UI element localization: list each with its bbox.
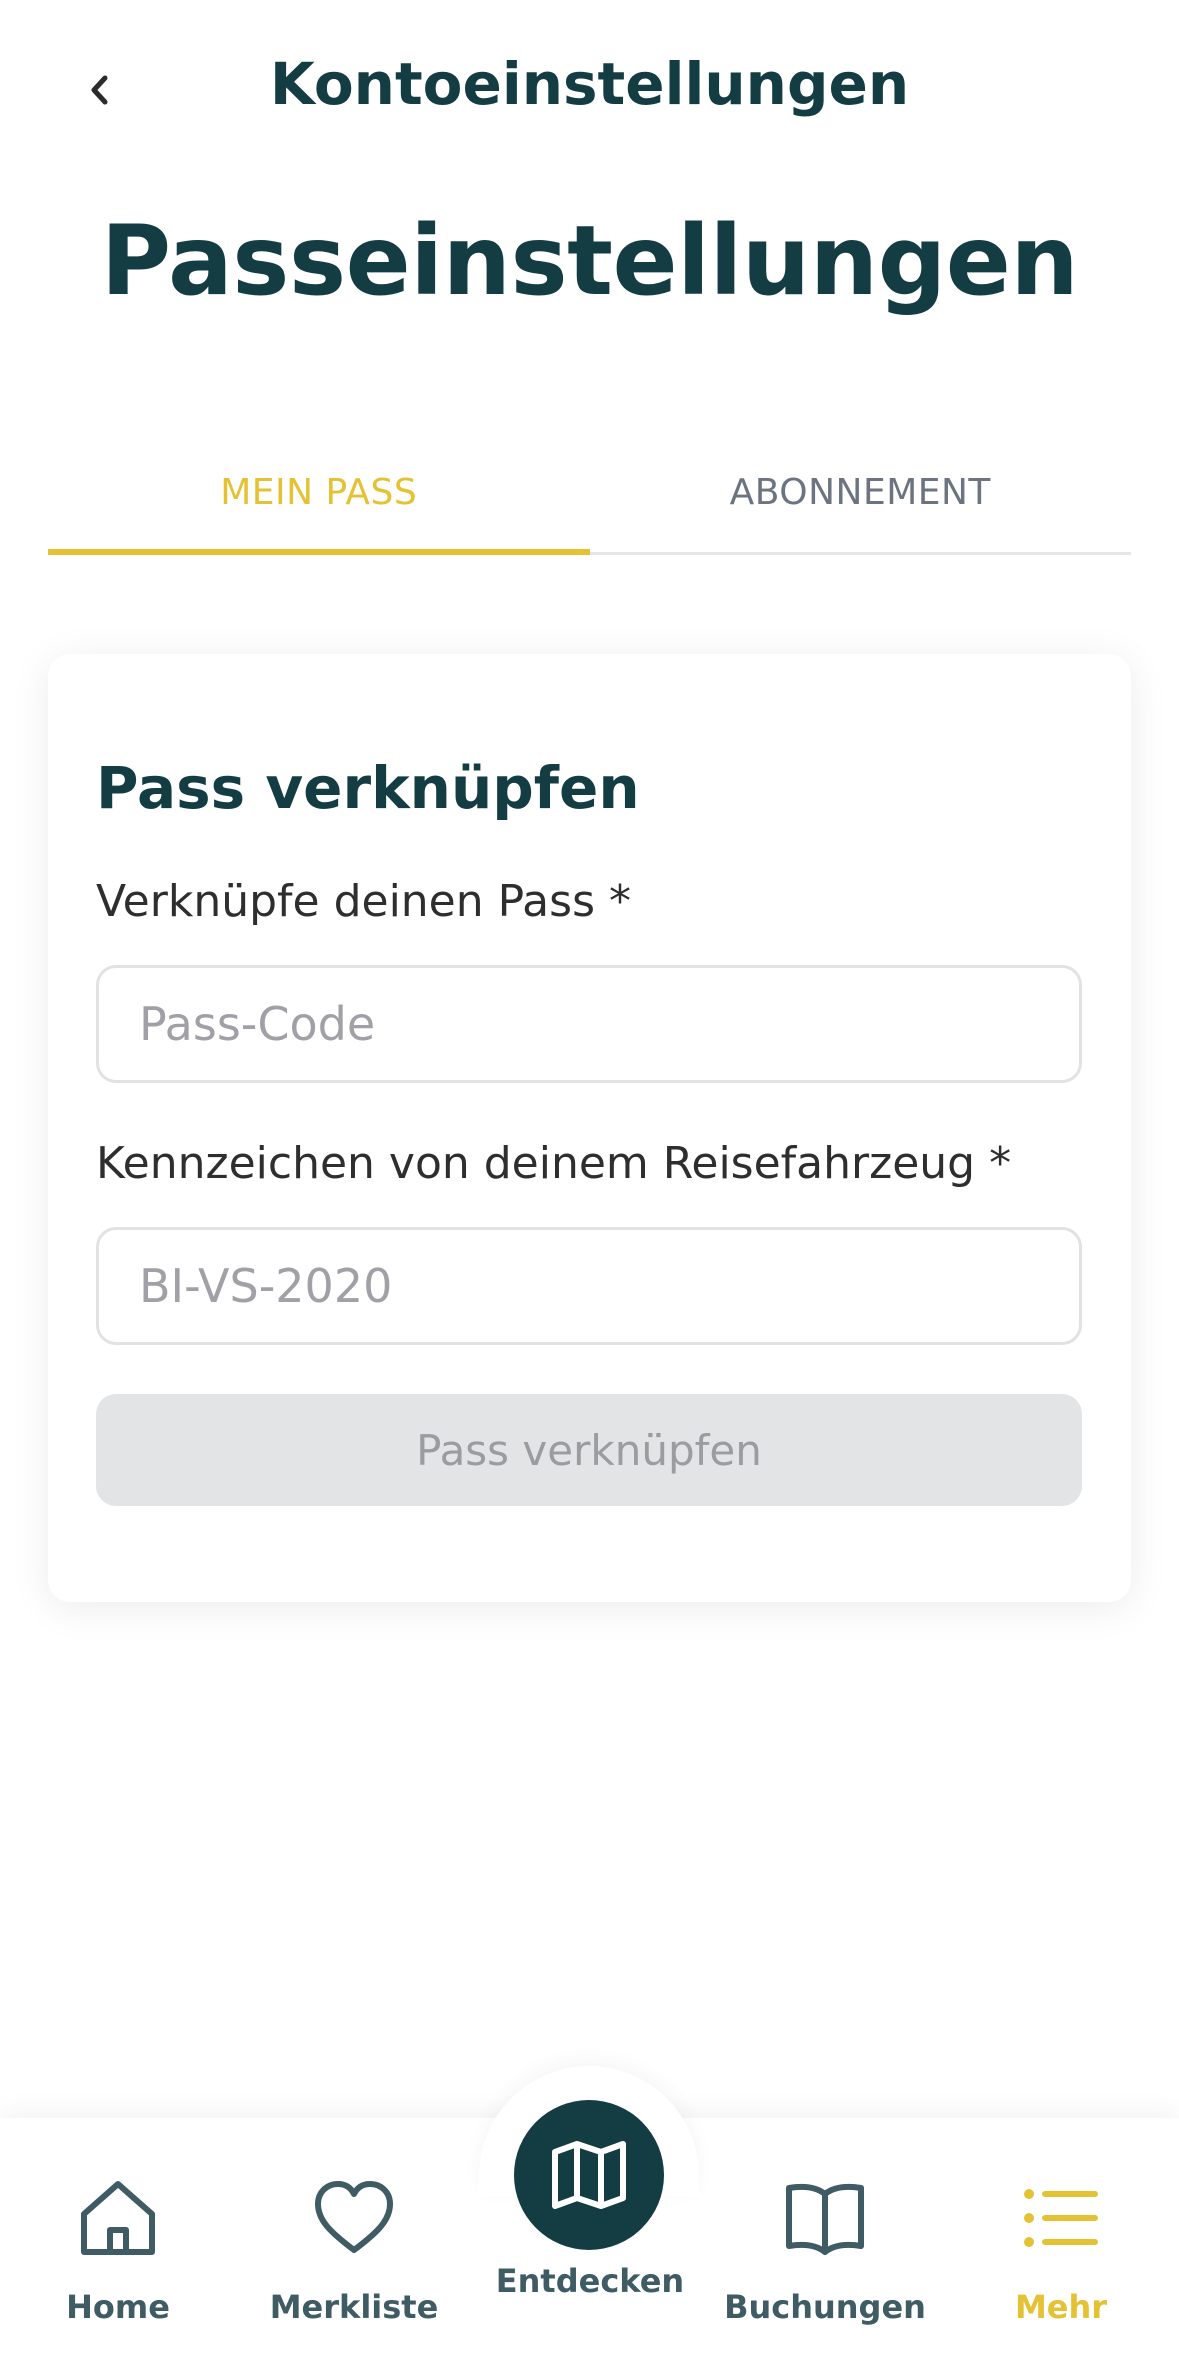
nav-merkliste[interactable]: Merkliste xyxy=(236,2170,472,2340)
pass-code-label: Verknüpfe deinen Pass * xyxy=(96,876,631,927)
pass-link-card: Pass verknüpfen Verknüpfe deinen Pass * … xyxy=(48,654,1131,1602)
screen: Kontoeinstellungen Passeinstellungen MEI… xyxy=(0,0,1179,2379)
nav-home[interactable]: Home xyxy=(0,2170,236,2340)
nav-buchungen[interactable]: Buchungen xyxy=(707,2170,943,2340)
heart-icon xyxy=(315,2181,393,2253)
nav-entdecken-button[interactable] xyxy=(514,2100,664,2250)
nav-home-label: Home xyxy=(66,2288,170,2326)
tab-mein-pass[interactable]: MEIN PASS xyxy=(48,430,590,555)
pass-code-input[interactable] xyxy=(96,965,1082,1083)
license-plate-label: Kennzeichen von deinem Reisefahrzeug * xyxy=(96,1138,1012,1189)
map-icon xyxy=(552,2141,626,2209)
nav-merkliste-label: Merkliste xyxy=(269,2288,439,2326)
nav-buchungen-label: Buchungen xyxy=(724,2288,926,2326)
home-icon xyxy=(81,2181,155,2255)
tab-bar: MEIN PASS ABONNEMENT xyxy=(48,430,1131,555)
card-title: Pass verknüpfen xyxy=(96,754,640,822)
page-title: Passeinstellungen xyxy=(100,205,1079,317)
nav-mehr[interactable]: Mehr xyxy=(943,2170,1179,2340)
license-plate-input[interactable] xyxy=(96,1227,1082,1345)
nav-entdecken-label: Entdecken xyxy=(495,2262,685,2300)
header-title: Kontoeinstellungen xyxy=(269,50,910,118)
list-icon xyxy=(1024,2189,1098,2247)
header: Kontoeinstellungen xyxy=(0,30,1179,140)
book-icon xyxy=(786,2183,864,2255)
nav-mehr-label: Mehr xyxy=(1014,2288,1108,2326)
link-pass-button[interactable]: Pass verknüpfen xyxy=(96,1394,1082,1506)
tab-abonnement[interactable]: ABONNEMENT xyxy=(590,430,1132,555)
